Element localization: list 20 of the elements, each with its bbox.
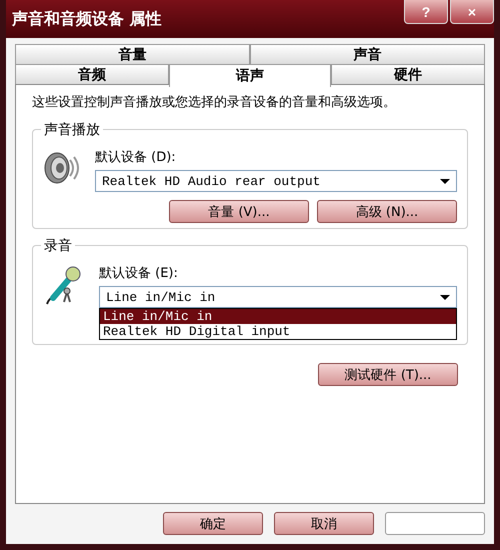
dropdown-option[interactable]: Realtek HD Digital input (100, 324, 456, 340)
dropdown-option[interactable]: Line in/Mic in (100, 309, 456, 324)
caret-icon (440, 178, 450, 184)
test-hardware-button[interactable]: 测试硬件 (T)... (318, 363, 458, 386)
tab[interactable]: 硬件 (330, 64, 485, 84)
window-title: 声音和音频设备 属性 (11, 8, 162, 30)
tab[interactable]: 声音 (250, 44, 485, 64)
device-label: 默认设备 (E): (99, 265, 179, 282)
dialog-button[interactable]: 高级 (N)... (317, 200, 457, 224)
tab[interactable]: 音量 (15, 44, 250, 64)
dialog-button[interactable]: 音量 (V)... (169, 200, 309, 224)
dialog-button[interactable]: 确定 (163, 512, 263, 535)
caret-icon (440, 294, 450, 300)
tab[interactable]: 音频 (15, 64, 170, 84)
tab[interactable]: 语声 (169, 64, 331, 87)
device-label: 默认设备 (D): (95, 149, 177, 166)
dialog-button[interactable]: 取消 (274, 512, 374, 535)
group-title: 声音播放 (41, 121, 103, 140)
device-dropdown[interactable]: Realtek HD Audio rear output (95, 170, 457, 192)
description-text: 这些设置控制声音播放或您选择的录音设备的音量和高级选项。 (32, 95, 397, 112)
